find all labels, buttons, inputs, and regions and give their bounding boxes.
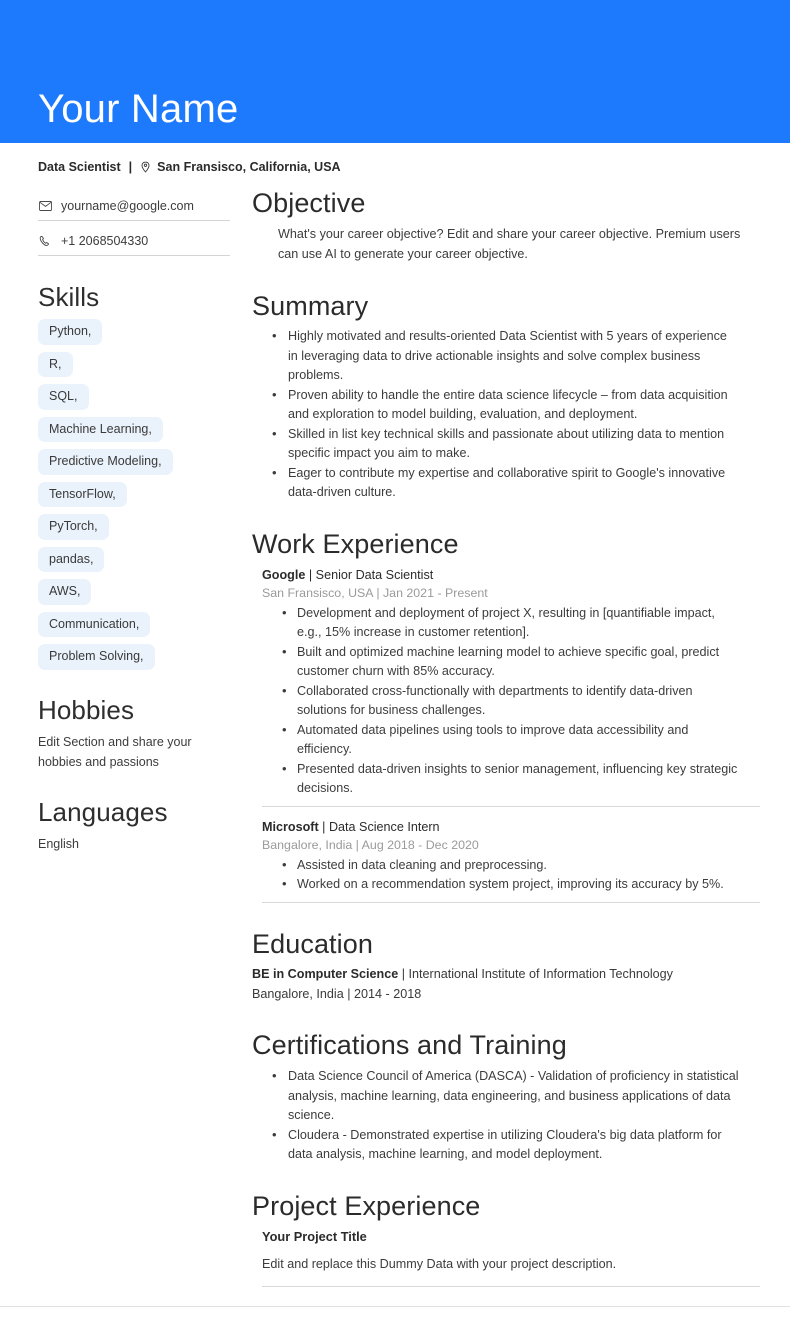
resume-page: Your Name Data Scientist | San Fransisco… [0, 0, 790, 1324]
phone-value: +1 2068504330 [61, 234, 149, 248]
skill-chip[interactable]: R, [38, 351, 73, 377]
work-entry: Microsoft | Data Science Intern Bangalor… [262, 818, 760, 903]
project-entry: Your Project Title Edit and replace this… [262, 1229, 760, 1288]
subheader: Data Scientist | San Fransisco, Californ… [0, 143, 790, 174]
list-item: Built and optimized machine learning mod… [274, 642, 740, 682]
work-entry-separator: | [308, 567, 313, 582]
objective-heading: Objective [252, 188, 366, 218]
skill-chip[interactable]: SQL, [38, 384, 89, 410]
education-institution: International Institute of Information T… [408, 967, 673, 982]
main-content: Objective What's your career objective? … [230, 174, 760, 1288]
skill-chip[interactable]: Communication, [38, 611, 151, 637]
skill-chip[interactable]: Predictive Modeling, [38, 449, 173, 475]
skills-chip-list: Python, R, SQL, Machine Learning, Predic… [38, 319, 230, 670]
subheader-separator: | [128, 160, 133, 174]
phone-icon [38, 235, 52, 247]
list-item: Worked on a recommendation system projec… [274, 874, 740, 895]
work-entry-separator: | [322, 819, 326, 834]
hobbies-text: Edit Section and share your hobbies and … [38, 734, 192, 769]
work-entry: Google | Senior Data Scientist San Frans… [262, 566, 760, 807]
education-entry: BE in Computer Science | International I… [252, 965, 760, 985]
list-item: Collaborated cross-functionally with dep… [274, 681, 740, 721]
certifications-bullet-list: Data Science Council of America (DASCA) … [252, 1066, 760, 1165]
summary-section: Summary Highly motivated and results-ori… [252, 290, 760, 503]
skill-chip[interactable]: PyTorch, [38, 514, 109, 540]
list-item: Development and deployment of project X,… [274, 603, 740, 643]
education-heading: Education [252, 928, 373, 959]
certifications-heading: Certifications and Training [252, 1030, 567, 1061]
education-degree: BE in Computer Science [252, 967, 399, 982]
work-experience-section: Work Experience Google | Senior Data Sci… [252, 528, 760, 903]
list-item: Proven ability to handle the entire data… [262, 385, 740, 425]
list-item: Highly motivated and results-oriented Da… [262, 326, 740, 386]
list-item: Presented data-driven insights to senior… [274, 759, 740, 799]
education-meta: Bangalore, India | 2014 - 2018 [252, 986, 422, 1001]
education-separator: | [401, 967, 406, 982]
envelope-icon [38, 201, 52, 211]
objective-text: What's your career objective? Edit and s… [278, 226, 741, 261]
contact-phone-row[interactable]: +1 2068504330 [38, 230, 230, 256]
email-value: yourname@google.com [61, 199, 194, 213]
education-section: Education BE in Computer Science | Inter… [252, 928, 760, 1005]
work-entry-title: Google | Senior Data Scientist [262, 566, 760, 584]
list-item: Eager to contribute my expertise and col… [262, 463, 740, 503]
hobbies-heading: Hobbies [38, 694, 135, 725]
work-entry-bullet-list: Development and deployment of project X,… [262, 603, 760, 799]
work-entry-org: Google [262, 567, 306, 582]
work-experience-heading: Work Experience [252, 528, 459, 559]
project-title: Your Project Title [262, 1229, 367, 1245]
project-experience-heading: Project Experience [252, 1190, 481, 1221]
work-entry-role: Data Science Intern [328, 819, 440, 834]
work-entry-meta: Bangalore, India | Aug 2018 - Dec 2020 [262, 837, 479, 852]
list-item: Assisted in data cleaning and preprocess… [274, 855, 740, 876]
page-bottom-edge [0, 1306, 790, 1307]
sidebar: yourname@google.com +1 2068504330 Skills… [0, 174, 230, 854]
languages-text: English [38, 837, 79, 851]
skill-chip[interactable]: Machine Learning, [38, 416, 163, 442]
skill-chip[interactable]: TensorFlow, [38, 481, 127, 507]
languages-heading: Languages [38, 797, 168, 827]
location-label: San Fransisco, California, USA [157, 160, 341, 174]
job-title-label: Data Scientist [38, 160, 121, 174]
work-entry-title: Microsoft | Data Science Intern [262, 818, 760, 836]
work-entry-bullet-list: Assisted in data cleaning and preprocess… [262, 855, 760, 895]
skill-chip[interactable]: Python, [38, 319, 103, 345]
list-item: Automated data pipelines using tools to … [274, 720, 740, 760]
work-entry-meta: San Fransisco, USA | Jan 2021 - Present [262, 585, 488, 600]
list-item: Cloudera - Demonstrated expertise in uti… [262, 1125, 740, 1165]
page-title: Your Name [38, 87, 239, 131]
list-item: Skilled in list key technical skills and… [262, 424, 740, 464]
work-entry-role: Senior Data Scientist [315, 567, 434, 582]
skill-chip[interactable]: Problem Solving, [38, 644, 155, 670]
summary-bullet-list: Highly motivated and results-oriented Da… [252, 326, 760, 503]
contact-email-row[interactable]: yourname@google.com [38, 195, 230, 221]
project-description: Edit and replace this Dummy Data with yo… [262, 1257, 617, 1272]
list-item: Data Science Council of America (DASCA) … [262, 1066, 740, 1126]
skills-heading: Skills [38, 282, 100, 312]
project-experience-section: Project Experience Your Project Title Ed… [252, 1190, 760, 1288]
header-banner: Your Name [0, 0, 790, 143]
work-entry-org: Microsoft [262, 819, 319, 834]
summary-heading: Summary [252, 290, 369, 321]
skill-chip[interactable]: pandas, [38, 546, 105, 572]
certifications-section: Certifications and Training Data Science… [252, 1029, 760, 1164]
body-columns: yourname@google.com +1 2068504330 Skills… [0, 174, 790, 1288]
objective-section: Objective What's your career objective? … [252, 187, 760, 265]
skill-chip[interactable]: AWS, [38, 579, 92, 605]
map-pin-icon [140, 161, 151, 174]
